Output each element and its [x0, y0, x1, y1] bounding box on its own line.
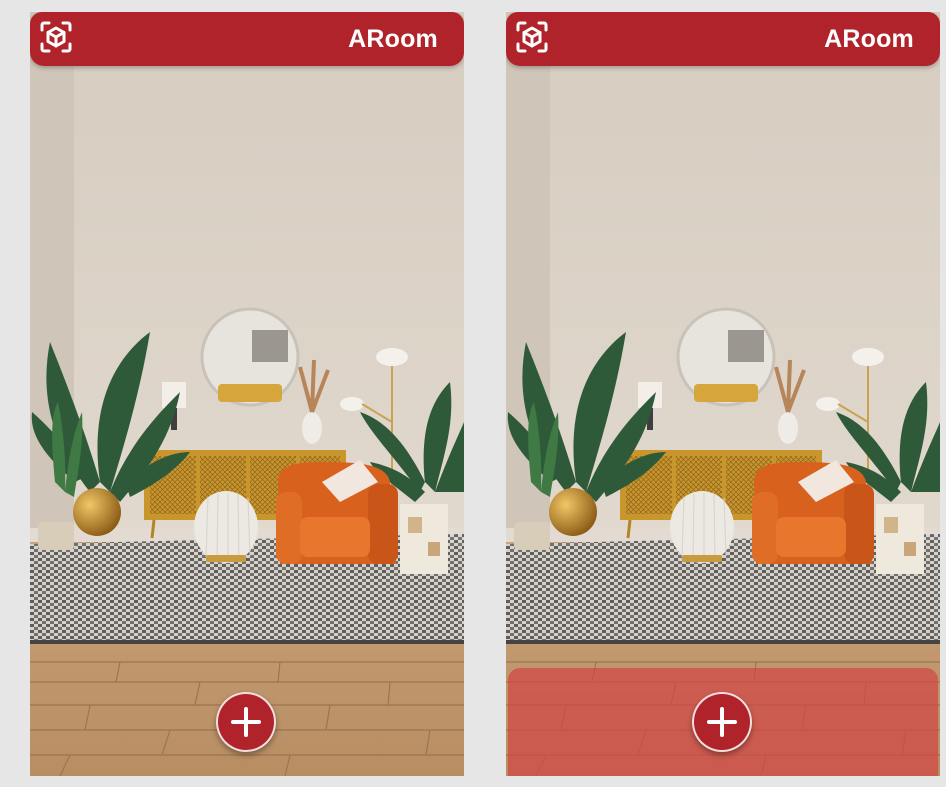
add-furniture-button[interactable] [216, 692, 276, 752]
app-bar: ARoom [506, 12, 940, 66]
app-title: ARoom [348, 25, 438, 53]
plus-icon [707, 707, 737, 737]
add-furniture-button[interactable] [692, 692, 752, 752]
camera-view [30, 12, 464, 776]
ar-cube-scan-icon[interactable] [39, 20, 73, 54]
ar-cube-scan-icon[interactable] [515, 20, 549, 54]
phone-screen-right: ARoom [506, 12, 940, 776]
camera-view [506, 12, 940, 776]
phone-screen-left: ARoom [30, 12, 464, 776]
app-title: ARoom [824, 25, 914, 53]
plus-icon [231, 707, 261, 737]
app-bar: ARoom [30, 12, 464, 66]
